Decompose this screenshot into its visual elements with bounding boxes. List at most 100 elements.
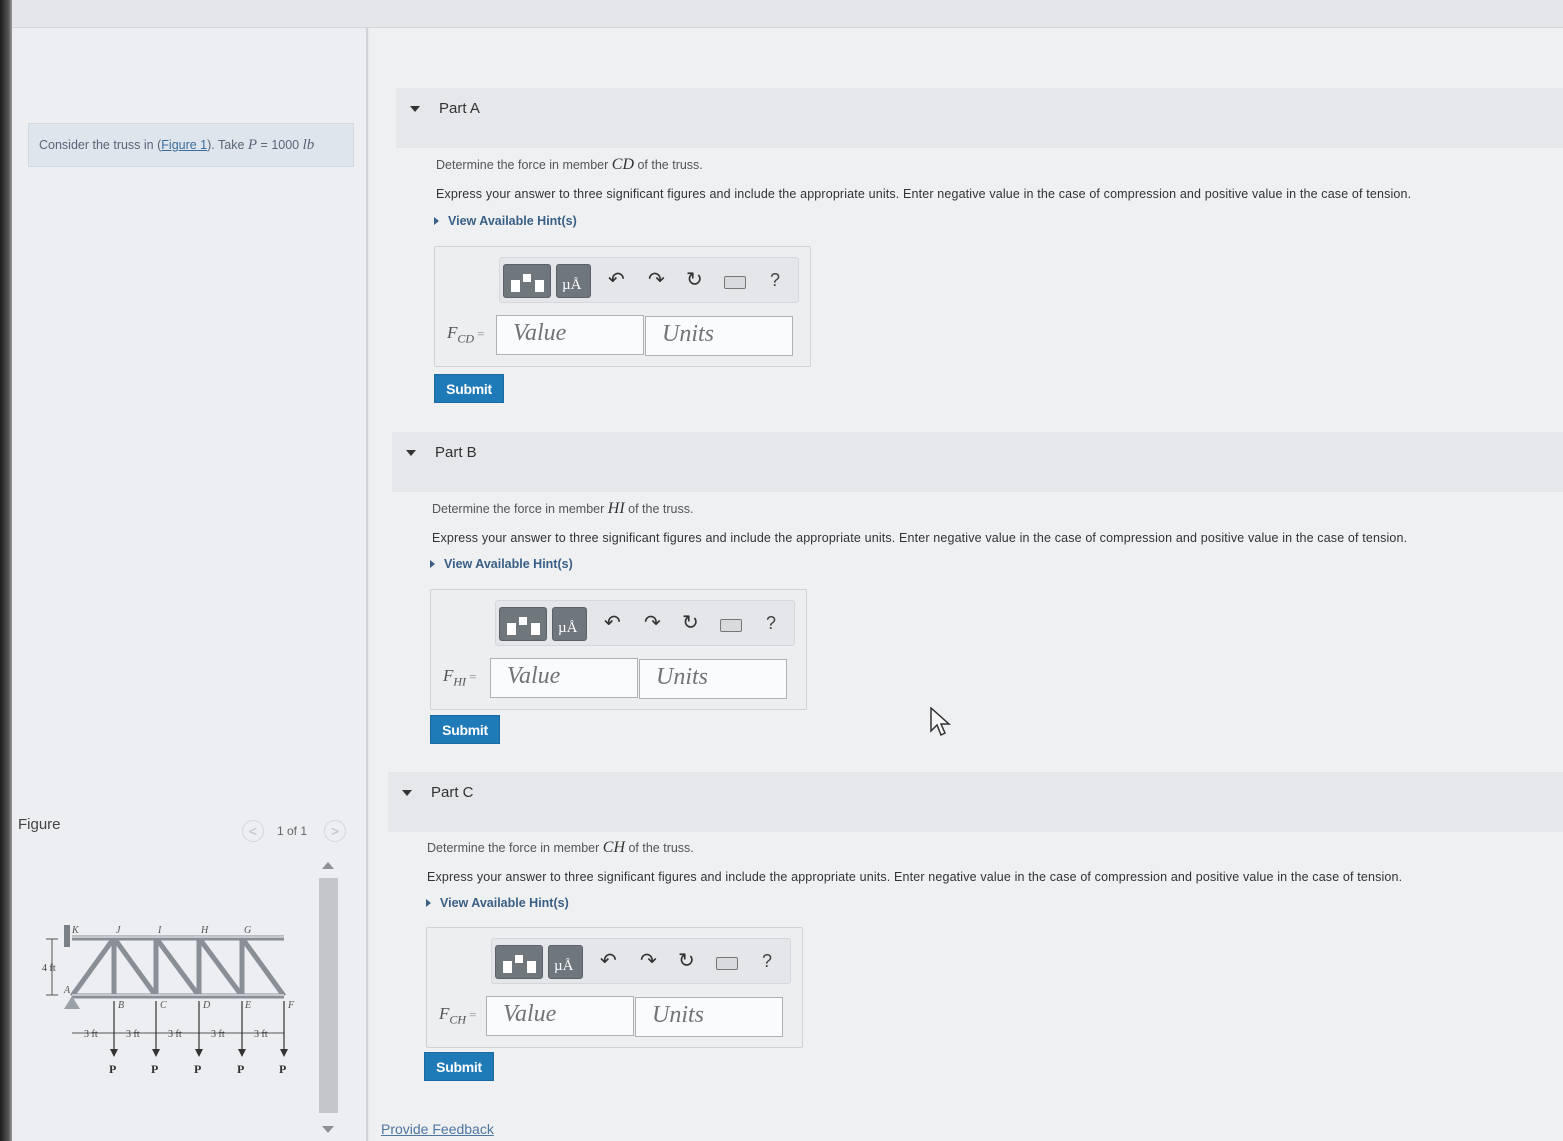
part-a-header[interactable]	[396, 88, 1563, 148]
member	[239, 936, 287, 998]
node-label: J	[116, 925, 121, 936]
height-label: 4 ft	[42, 963, 56, 974]
hint-label: View Available Hint(s)	[448, 214, 577, 228]
reset-icon[interactable]: ↻	[678, 951, 695, 971]
figure-link[interactable]: Figure 1	[161, 138, 207, 152]
part-a-submit-button[interactable]: Submit	[434, 374, 504, 403]
units-input[interactable]: Units	[645, 316, 793, 356]
member	[196, 936, 245, 998]
chevron-down-icon[interactable]	[402, 790, 412, 796]
variable-main: F	[447, 323, 458, 342]
node-label: F	[287, 1000, 295, 1011]
keyboard-icon[interactable]	[724, 276, 746, 289]
spacing-label: 3 ft	[254, 1029, 268, 1040]
part-b-hint-toggle[interactable]: View Available Hint(s)	[430, 557, 573, 571]
templates-button[interactable]	[495, 945, 543, 979]
spacing-label: 3 ft	[126, 1029, 140, 1040]
units-button[interactable]: µÅ	[548, 945, 583, 979]
undo-icon[interactable]: ↶	[604, 613, 621, 633]
truss-diagram: 4 ft K J I H G A B C D E F 3 ft 3 ft 3 f…	[42, 925, 295, 1076]
node-label: H	[200, 925, 209, 936]
variable-subscript: CH	[449, 1012, 467, 1027]
units-button[interactable]: µÅ	[556, 264, 591, 298]
part-c-header[interactable]	[388, 772, 1563, 832]
load-label: P	[151, 1062, 158, 1076]
question-text: of the truss.	[625, 841, 694, 855]
question-text: of the truss.	[624, 502, 694, 516]
units-button[interactable]: µÅ	[552, 607, 587, 641]
redo-icon[interactable]: ↷	[640, 951, 657, 971]
scroll-thumb[interactable]	[319, 878, 338, 1113]
part-b-submit-button[interactable]: Submit	[430, 715, 500, 744]
reset-icon[interactable]: ↻	[686, 270, 703, 290]
template-block-icon	[503, 961, 512, 973]
part-c-title[interactable]: Part C	[431, 784, 474, 801]
node-label: C	[160, 1000, 167, 1011]
figure-scrollbar[interactable]	[316, 856, 340, 1141]
wall-support	[64, 925, 70, 947]
cursor-shape	[930, 707, 951, 737]
caret-right-icon	[430, 560, 435, 568]
units-input[interactable]: Units	[639, 659, 787, 699]
redo-icon[interactable]: ↷	[648, 270, 665, 290]
value-input[interactable]: Value	[490, 658, 638, 698]
top-strip	[12, 0, 1563, 28]
template-block-icon	[511, 280, 520, 292]
part-c-instructions: Express your answer to three significant…	[427, 870, 1403, 884]
load-label: P	[194, 1062, 201, 1076]
help-icon[interactable]: ?	[770, 270, 780, 291]
spacing-label: 3 ft	[84, 1029, 98, 1040]
hint-label: View Available Hint(s)	[440, 896, 569, 910]
value-input[interactable]: Value	[486, 996, 634, 1036]
templates-button[interactable]	[499, 607, 547, 641]
figure-pager: < 1 of 1 >	[242, 820, 352, 844]
part-c-submit-button[interactable]: Submit	[424, 1052, 494, 1081]
units-icon: µÅ	[562, 277, 582, 293]
member	[153, 936, 202, 998]
template-block-icon	[519, 617, 527, 625]
scroll-down-arrow[interactable]	[322, 1126, 334, 1133]
load-label: P	[279, 1062, 286, 1076]
templates-button[interactable]	[503, 264, 551, 298]
equals-sign: =	[477, 326, 485, 341]
load-label: P	[237, 1062, 244, 1076]
units-icon: µÅ	[558, 620, 578, 636]
part-b-instructions: Express your answer to three significant…	[432, 531, 1408, 545]
help-icon[interactable]: ?	[762, 951, 772, 972]
undo-icon[interactable]: ↶	[600, 951, 617, 971]
keyboard-icon[interactable]	[716, 957, 738, 970]
part-a-title[interactable]: Part A	[439, 100, 480, 117]
figure-next-button[interactable]: >	[324, 820, 346, 842]
undo-icon[interactable]: ↶	[608, 270, 625, 290]
units-input[interactable]: Units	[635, 997, 783, 1037]
p-value: = 1000	[257, 138, 303, 152]
redo-icon[interactable]: ↷	[644, 613, 661, 633]
node-label: K	[71, 925, 80, 936]
load-labels: P P P P P	[109, 1062, 286, 1076]
arrowhead	[152, 1049, 160, 1057]
keyboard-icon[interactable]	[720, 619, 742, 632]
figure-prev-button[interactable]: <	[242, 820, 264, 842]
part-c-hint-toggle[interactable]: View Available Hint(s)	[426, 896, 569, 910]
load-arrows	[113, 1001, 285, 1051]
spacing-labels: 3 ft 3 ft 3 ft 3 ft 3 ft	[84, 1029, 268, 1040]
variable-subscript: HI	[453, 674, 467, 689]
part-b-title[interactable]: Part B	[435, 444, 477, 461]
value-input[interactable]: Value	[496, 315, 644, 355]
chevron-down-icon[interactable]	[410, 106, 420, 112]
chevron-down-icon[interactable]	[406, 450, 416, 456]
help-icon[interactable]: ?	[766, 613, 776, 634]
math-toolbar: µÅ ↶ ↷ ↻ ?	[491, 938, 791, 984]
part-b-header[interactable]	[392, 432, 1563, 492]
part-a-hint-toggle[interactable]: View Available Hint(s)	[434, 214, 577, 228]
math-toolbar: µÅ ↶ ↷ ↻ ?	[499, 257, 799, 303]
question-text: Determine the force in member	[427, 841, 603, 855]
reset-icon[interactable]: ↻	[682, 613, 699, 633]
arrowhead	[110, 1049, 118, 1057]
node-label: A	[63, 985, 71, 996]
node-label: I	[157, 925, 162, 936]
provide-feedback-link[interactable]: Provide Feedback	[381, 1121, 494, 1137]
left-panel: Consider the truss in (Figure 1). Take P…	[12, 28, 368, 1141]
scroll-up-arrow[interactable]	[322, 862, 334, 869]
question-text: Determine the force in member	[432, 502, 608, 516]
